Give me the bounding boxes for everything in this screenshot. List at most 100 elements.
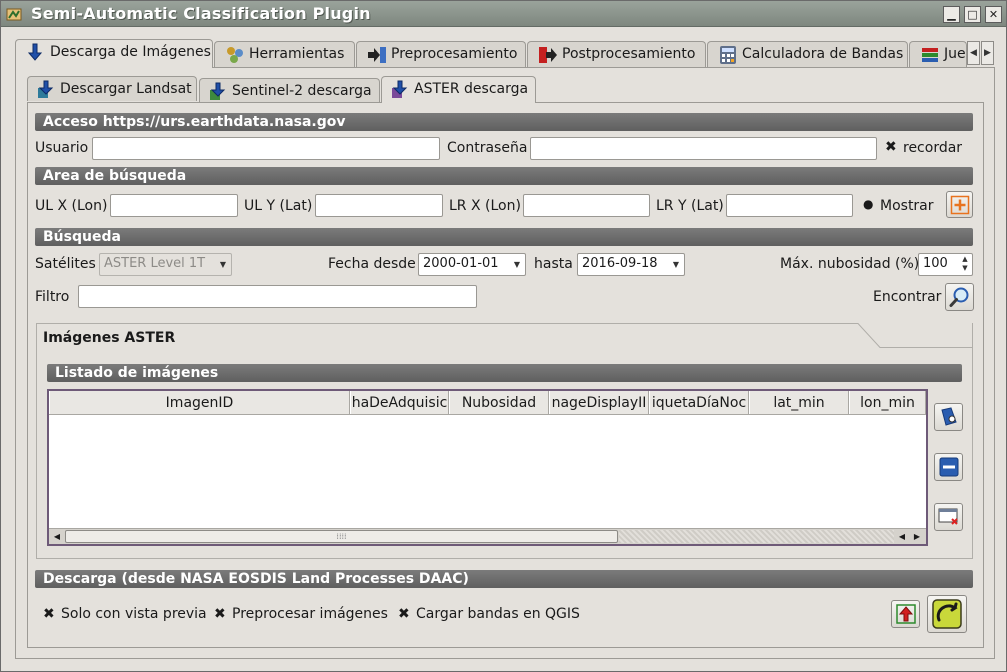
minimize-button[interactable]: ▁ xyxy=(943,6,960,23)
search-section-header: Búsqueda xyxy=(35,228,973,246)
magnifier-icon xyxy=(949,287,968,307)
tab-postprocessing[interactable]: Postprocesamiento xyxy=(527,41,706,67)
tab-band-set[interactable]: Jue xyxy=(909,41,967,67)
chevron-down-icon: ▼ xyxy=(219,260,227,269)
filter-input[interactable] xyxy=(78,285,477,308)
table-header: ImagenID haDeAdquisic Nubosidad nageDisp… xyxy=(49,391,926,415)
ulx-label: UL X (Lon) xyxy=(35,198,108,214)
column-header-day-night-flag[interactable]: iquetaDíaNoc xyxy=(649,391,749,414)
chevron-down-icon: ▼ xyxy=(513,260,521,269)
band-set-icon xyxy=(922,48,938,62)
show-radio[interactable]: ● xyxy=(863,197,873,211)
clear-table-button[interactable] xyxy=(934,503,963,531)
date-from-label: Fecha desde xyxy=(328,256,416,272)
load-bands-checkbox[interactable]: ✖ xyxy=(398,606,410,622)
run-download-button[interactable] xyxy=(927,595,967,633)
date-from-value: 2000-01-01 xyxy=(423,256,499,271)
tab-preprocessing[interactable]: Preprocesamiento xyxy=(356,41,526,67)
subtab-label: Sentinel-2 descarga xyxy=(232,83,372,99)
tab-tools[interactable]: Herramientas xyxy=(214,41,355,67)
spin-arrows-icon[interactable]: ▲ ▼ xyxy=(959,255,971,274)
satellites-label: Satélites xyxy=(35,256,96,272)
lry-label: LR Y (Lat) xyxy=(656,198,724,214)
column-header-lat-min[interactable]: lat_min xyxy=(749,391,849,414)
column-header-lon-min[interactable]: lon_min xyxy=(849,391,926,414)
date-from-select[interactable]: 2000-01-01 ▼ xyxy=(418,253,526,276)
tab-label: Postprocesamiento xyxy=(562,46,696,62)
remember-checkbox[interactable]: ✖ xyxy=(885,139,897,155)
preprocess-checkbox[interactable]: ✖ xyxy=(214,606,226,622)
user-label: Usuario xyxy=(35,140,89,156)
filter-label: Filtro xyxy=(35,289,70,305)
subtab-landsat-download[interactable]: Descargar Landsat xyxy=(27,76,197,101)
cloud-cover-spinbox[interactable]: 100 ▲ ▼ xyxy=(918,253,973,276)
scroll-right-icon[interactable]: ▶ xyxy=(910,530,924,543)
access-section-header: Acceso https://urs.earthdata.nasa.gov xyxy=(35,113,973,131)
column-header-image-id[interactable]: ImagenID xyxy=(49,391,350,414)
tab-image-download[interactable]: Descarga de Imágenes xyxy=(15,39,213,68)
find-label: Encontrar xyxy=(873,289,942,305)
subtab-aster-download[interactable]: ASTER descarga xyxy=(381,76,536,103)
ulx-input[interactable] xyxy=(110,194,238,217)
app-icon xyxy=(6,8,22,21)
download-section-header: Descarga (desde NASA EOSDIS Land Process… xyxy=(35,570,973,588)
tools-icon xyxy=(227,47,243,63)
user-input[interactable] xyxy=(92,137,440,160)
close-button[interactable]: ✕ xyxy=(985,6,1002,23)
tab-label: Calculadora de Bandas xyxy=(742,46,904,62)
tab-scroll-right-button[interactable]: ▶ xyxy=(981,41,994,65)
uly-input[interactable] xyxy=(315,194,443,217)
chevron-down-icon: ▼ xyxy=(672,260,680,269)
display-preview-button[interactable] xyxy=(934,403,963,431)
column-header-acquisition-date[interactable]: haDeAdquisic xyxy=(350,391,449,414)
remove-row-button[interactable] xyxy=(934,453,963,481)
cloud-cover-label: Máx. nubosidad (%) xyxy=(780,256,920,272)
tab-label: Jue xyxy=(944,46,966,62)
tab-scroll-left-button[interactable]: ◀ xyxy=(967,41,980,65)
minus-icon xyxy=(939,457,958,477)
find-button[interactable] xyxy=(945,283,974,311)
show-label: Mostrar xyxy=(880,198,934,214)
image-list-table[interactable]: ImagenID haDeAdquisic Nubosidad nageDisp… xyxy=(47,389,928,546)
column-header-cloud-cover[interactable]: Nubosidad xyxy=(449,391,549,414)
scroll-left-icon[interactable]: ◀ xyxy=(50,530,64,543)
aster-download-icon xyxy=(392,80,408,98)
tab-label: Herramientas xyxy=(249,46,345,62)
tab-label: Descarga de Imágenes xyxy=(50,44,211,60)
run-icon xyxy=(932,599,962,629)
lrx-input[interactable] xyxy=(523,194,650,217)
cloud-cover-value: 100 xyxy=(923,256,948,271)
search-area-section-header: Area de búsqueda xyxy=(35,167,973,185)
window-title: Semi-Automatic Classification Plugin xyxy=(31,4,371,23)
lry-input[interactable] xyxy=(726,194,853,217)
column-header-image-display[interactable]: nageDisplayII xyxy=(549,391,649,414)
date-to-select[interactable]: 2016-09-18 ▼ xyxy=(577,253,685,276)
preview-only-checkbox[interactable]: ✖ xyxy=(43,606,55,622)
group-tab-edge xyxy=(855,323,973,348)
sentinel2-download-icon xyxy=(210,82,226,100)
preview-icon xyxy=(940,407,957,426)
scroll-left-icon[interactable]: ◀ xyxy=(895,530,909,543)
title-bar[interactable]: Semi-Automatic Classification Plugin ▁ □… xyxy=(1,1,1006,27)
subtab-sentinel2-download[interactable]: Sentinel-2 descarga xyxy=(199,78,380,103)
password-input[interactable] xyxy=(530,137,877,160)
scrollbar-thumb[interactable]: ⁞⁞⁞⁞ xyxy=(65,530,618,543)
maximize-button[interactable]: □ xyxy=(964,6,981,23)
add-area-button[interactable] xyxy=(946,191,973,218)
horizontal-scrollbar[interactable]: ◀ ⁞⁞⁞⁞ ◀ ▶ xyxy=(49,528,926,544)
remember-label: recordar xyxy=(903,140,963,156)
preprocess-label: Preprocesar imágenes xyxy=(232,606,388,622)
satellite-select[interactable]: ASTER Level 1T ▼ xyxy=(99,253,232,276)
plugin-window: Semi-Automatic Classification Plugin ▁ □… xyxy=(0,0,1007,672)
image-list-header: Listado de imágenes xyxy=(47,364,962,382)
preview-only-label: Solo con vista previa xyxy=(61,606,207,622)
subtab-label: ASTER descarga xyxy=(414,81,529,97)
scrollbar-track[interactable] xyxy=(619,530,894,543)
password-label: Contraseña xyxy=(447,140,528,156)
tab-band-calculator[interactable]: Calculadora de Bandas xyxy=(707,41,908,67)
postprocessing-icon xyxy=(539,47,557,63)
preprocessing-icon xyxy=(368,47,386,63)
aster-images-title: Imágenes ASTER xyxy=(36,323,858,348)
export-links-button[interactable] xyxy=(891,600,920,628)
lrx-label: LR X (Lon) xyxy=(449,198,521,214)
